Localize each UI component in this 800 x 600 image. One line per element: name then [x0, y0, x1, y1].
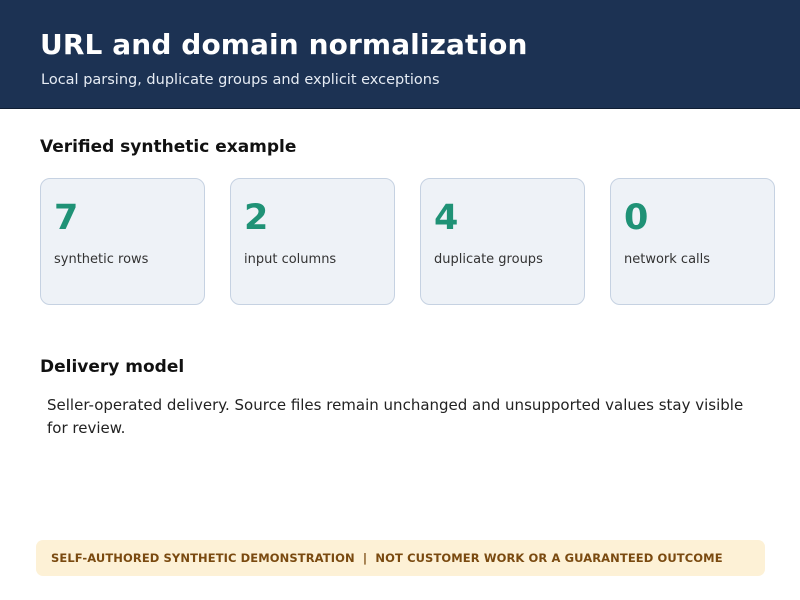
page-subtitle: Local parsing, duplicate groups and expl…: [41, 72, 440, 88]
example-section-heading: Verified synthetic example: [40, 137, 297, 157]
disclaimer-text: SELF-AUTHORED SYNTHETIC DEMONSTRATION | …: [51, 551, 723, 565]
stat-label: input columns: [244, 252, 337, 267]
stat-label: duplicate groups: [434, 252, 543, 267]
delivery-section-heading: Delivery model: [40, 357, 185, 377]
stat-card-duplicate-groups: 4 duplicate groups: [420, 178, 585, 305]
stats-row: 7 synthetic rows 2 input columns 4 dupli…: [40, 178, 776, 305]
stat-card-input-columns: 2 input columns: [230, 178, 395, 305]
stat-value: 0: [624, 198, 649, 238]
stat-value: 4: [434, 198, 459, 238]
stat-value: 2: [244, 198, 269, 238]
delivery-description: Seller-operated delivery. Source files r…: [47, 396, 744, 437]
header-banner: URL and domain normalization Local parsi…: [0, 0, 800, 109]
stat-card-network-calls: 0 network calls: [610, 178, 775, 305]
stat-label: synthetic rows: [54, 252, 149, 267]
stat-value: 7: [54, 198, 79, 238]
stat-label: network calls: [624, 252, 711, 267]
stat-card-synthetic-rows: 7 synthetic rows: [40, 178, 205, 305]
disclaimer-banner: SELF-AUTHORED SYNTHETIC DEMONSTRATION | …: [36, 540, 765, 576]
page-title: URL and domain normalization: [40, 28, 528, 61]
